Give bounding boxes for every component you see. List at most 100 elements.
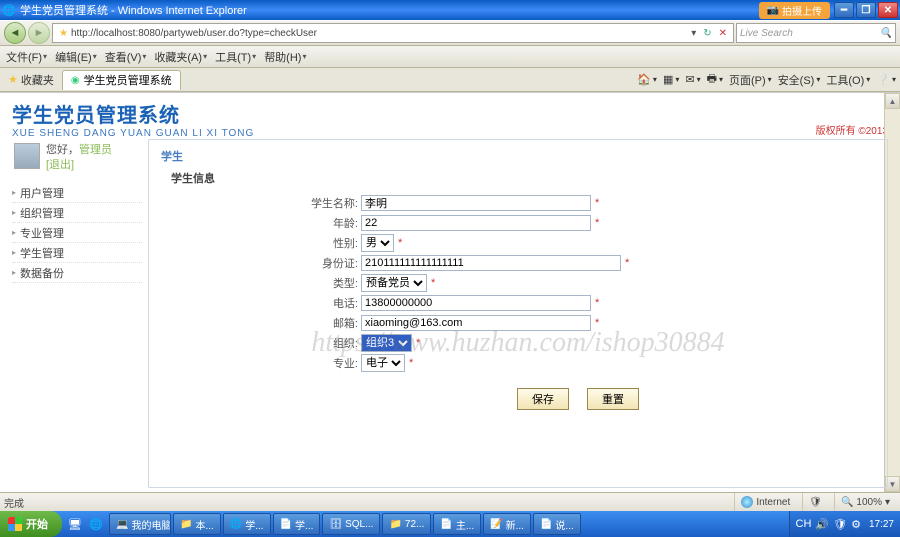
label-age: 年龄: [281,215,361,231]
tab-title: 学生党员管理系统 [84,72,172,88]
back-button[interactable]: ◄ [4,22,26,44]
mail-icon[interactable]: ✉▾ [685,73,700,86]
nav-student-mgmt[interactable]: ▸学生管理 [12,243,142,263]
maximize-button[interactable]: ❐ [856,2,876,18]
tray-icon[interactable]: 🛡 [833,518,847,531]
tools-menu[interactable]: 工具(O)▾ [826,72,870,88]
select-major[interactable]: 电子 [361,354,405,372]
close-button[interactable]: ✕ [878,2,898,18]
input-phone[interactable] [361,295,591,311]
ie-icon: 🌐 [2,3,16,17]
status-bar: 完成 Internet 🛡 🔍 100% ▾ [0,492,900,511]
menu-view[interactable]: 查看(V)▾ [105,49,147,65]
system-tray[interactable]: CH 🔊 🛡 ⚙ 17:27 [789,511,900,537]
nav-backup[interactable]: ▸数据备份 [12,263,142,283]
page-viewport: ▲ ▼ 学生党员管理系统 XUE SHENG DANG YUAN GUAN LI… [0,92,900,492]
print-icon[interactable]: 🖶▾ [707,70,723,89]
tray-icon[interactable]: 🔊 [815,518,829,531]
star-icon: ★ [8,73,18,86]
chevron-right-icon: ▸ [12,188,16,197]
menu-favorites[interactable]: 收藏夹(A)▾ [154,49,207,65]
feeds-icon[interactable]: ▦▾ [663,73,679,86]
clock[interactable]: 17:27 [869,519,894,530]
section-title: 学生信息 [171,170,875,186]
ie-nav-row: ◄ ► ★ http://localhost:8080/partyweb/use… [0,20,900,46]
taskbar-item[interactable]: 📁72... [382,513,431,535]
nav-user-mgmt[interactable]: ▸用户管理 [12,183,142,203]
taskbar-item[interactable]: 📄说... [533,513,581,535]
status-text: 完成 [4,495,24,510]
safety-menu[interactable]: 安全(S)▾ [778,72,821,88]
required-mark: * [595,217,599,229]
help-icon[interactable]: ❔▾ [876,73,896,86]
reset-button[interactable]: 重置 [587,388,639,410]
stop-icon[interactable]: ✕ [716,28,730,39]
nav-org-mgmt[interactable]: ▸组织管理 [12,203,142,223]
search-placeholder: Live Search [740,28,793,39]
save-button[interactable]: 保存 [517,388,569,410]
label-org: 组织: [281,335,361,351]
input-age[interactable] [361,215,591,231]
home-icon[interactable]: 🏠▾ [637,73,657,86]
label-idcard: 身份证: [281,255,361,271]
label-type: 类型: [281,275,361,291]
select-org[interactable]: 组织3 [361,334,412,352]
favorites-button[interactable]: ★收藏夹 [4,72,58,88]
user-role: 管理员 [79,144,112,156]
taskbar-item[interactable]: 📝新... [483,513,531,535]
app-title-cn: 学生党员管理系统 [12,99,254,128]
page-menu[interactable]: 页面(P)▾ [729,72,772,88]
ql-icon[interactable]: 🌐 [87,515,105,533]
menu-tools[interactable]: 工具(T)▾ [215,49,256,65]
taskbar-item[interactable]: 📁本... [173,513,221,535]
input-email[interactable] [361,315,591,331]
input-idcard[interactable] [361,255,621,271]
minimize-button[interactable]: ━ [834,2,854,18]
student-form: 学生名称:* 年龄:* 性别:男* 身份证:* 类型:预备党员* 电话:* 邮箱… [281,194,875,410]
address-url: http://localhost:8080/partyweb/user.do?t… [71,28,688,39]
taskbar-item[interactable]: 📄主... [433,513,481,535]
upload-badge[interactable]: 📷 拍摄上传 [759,2,830,19]
start-button[interactable]: 开始 [0,511,62,537]
required-mark: * [625,257,629,269]
windows-logo-icon [8,517,22,531]
input-name[interactable] [361,195,591,211]
search-icon[interactable]: 🔍 [880,28,892,39]
menu-file[interactable]: 文件(F)▾ [6,49,47,65]
search-box[interactable]: Live Search 🔍 [736,23,896,43]
label-major: 专业: [281,355,361,371]
nav-list: ▸用户管理 ▸组织管理 ▸专业管理 ▸学生管理 ▸数据备份 [12,183,142,283]
refresh-icon[interactable]: ↻ [699,28,715,39]
address-bar[interactable]: ★ http://localhost:8080/partyweb/user.do… [52,23,734,43]
zone-indicator: Internet [734,493,796,511]
menu-help[interactable]: 帮助(H)▾ [264,49,306,65]
ql-icon[interactable]: 🖥 [66,515,84,533]
tray-icon[interactable]: ⚙ [851,518,861,531]
taskbar-item[interactable]: 🌐学... [223,513,271,535]
select-gender[interactable]: 男 [361,234,394,252]
select-type[interactable]: 预备党员 [361,274,427,292]
address-dropdown-icon[interactable]: ▾ [688,28,699,39]
app-logo: 学生党员管理系统 XUE SHENG DANG YUAN GUAN LI XI … [12,99,254,139]
protected-mode: 🛡 [802,493,828,511]
content-panel: 学生 学生信息 学生名称:* 年龄:* 性别:男* 身份证:* 类型:预备党员*… [148,139,888,488]
taskbar-item[interactable]: 🗄SQL... [322,513,380,535]
taskbar-item[interactable]: 💻我的电脑 [109,513,171,535]
tab-favicon: ◉ [71,75,80,86]
forward-button[interactable]: ► [28,22,50,44]
required-mark: * [398,237,402,249]
chevron-right-icon: ▸ [12,208,16,217]
zoom-control[interactable]: 🔍 100% ▾ [834,493,896,511]
user-panel: 您好，管理员 [退出] [12,139,142,177]
browser-tab[interactable]: ◉ 学生党员管理系统 [62,70,181,90]
label-phone: 电话: [281,295,361,311]
window-titlebar: 🌐 学生党员管理系统 - Windows Internet Explorer 📷… [0,0,900,20]
menu-edit[interactable]: 编辑(E)▾ [55,49,97,65]
tray-icon[interactable]: CH [796,518,812,530]
scroll-up-icon[interactable]: ▲ [885,93,900,109]
logout-link[interactable]: [退出] [46,158,112,173]
taskbar-items: 💻我的电脑 📁本... 🌐学... 📄学... 🗄SQL... 📁72... 📄… [109,513,581,535]
taskbar-item[interactable]: 📄学... [273,513,321,535]
nav-major-mgmt[interactable]: ▸专业管理 [12,223,142,243]
breadcrumb: 学生 [161,148,875,164]
